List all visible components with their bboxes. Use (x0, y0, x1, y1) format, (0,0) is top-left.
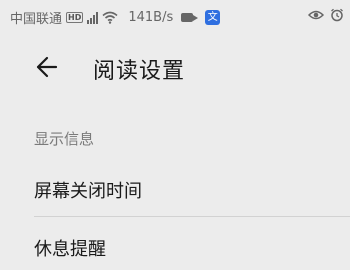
wifi-icon (102, 11, 118, 24)
setting-item-label: 屏幕关闭时间 (34, 181, 142, 202)
setting-item-screen-off-time[interactable]: 屏幕关闭时间 (0, 166, 350, 212)
network-speed: 141B/s (128, 10, 174, 25)
list-divider (34, 216, 350, 217)
carrier-name: 中国联通 (10, 12, 63, 27)
page-title: 阅读设置 (93, 59, 186, 84)
signal-icon (87, 11, 99, 24)
hd-badge: HD (66, 12, 84, 23)
app-header: 阅读设置 (0, 40, 350, 96)
setting-item-rest-reminder[interactable]: 休息提醒 (0, 224, 350, 270)
arrow-left-icon (36, 56, 58, 78)
setting-item-label: 休息提醒 (34, 239, 106, 260)
video-icon (181, 13, 199, 22)
alarm-icon (330, 8, 344, 22)
eye-icon (308, 9, 324, 21)
section-header-display-info: 显示信息 (34, 130, 95, 148)
status-bar: 中国联通 HD 141B/s 文 (0, 0, 350, 32)
back-button[interactable] (28, 52, 68, 82)
status-bar-right (308, 8, 344, 22)
app-notification-badge: 文 (205, 10, 221, 25)
status-bar-left: 中国联通 HD 141B/s 文 (10, 8, 221, 27)
